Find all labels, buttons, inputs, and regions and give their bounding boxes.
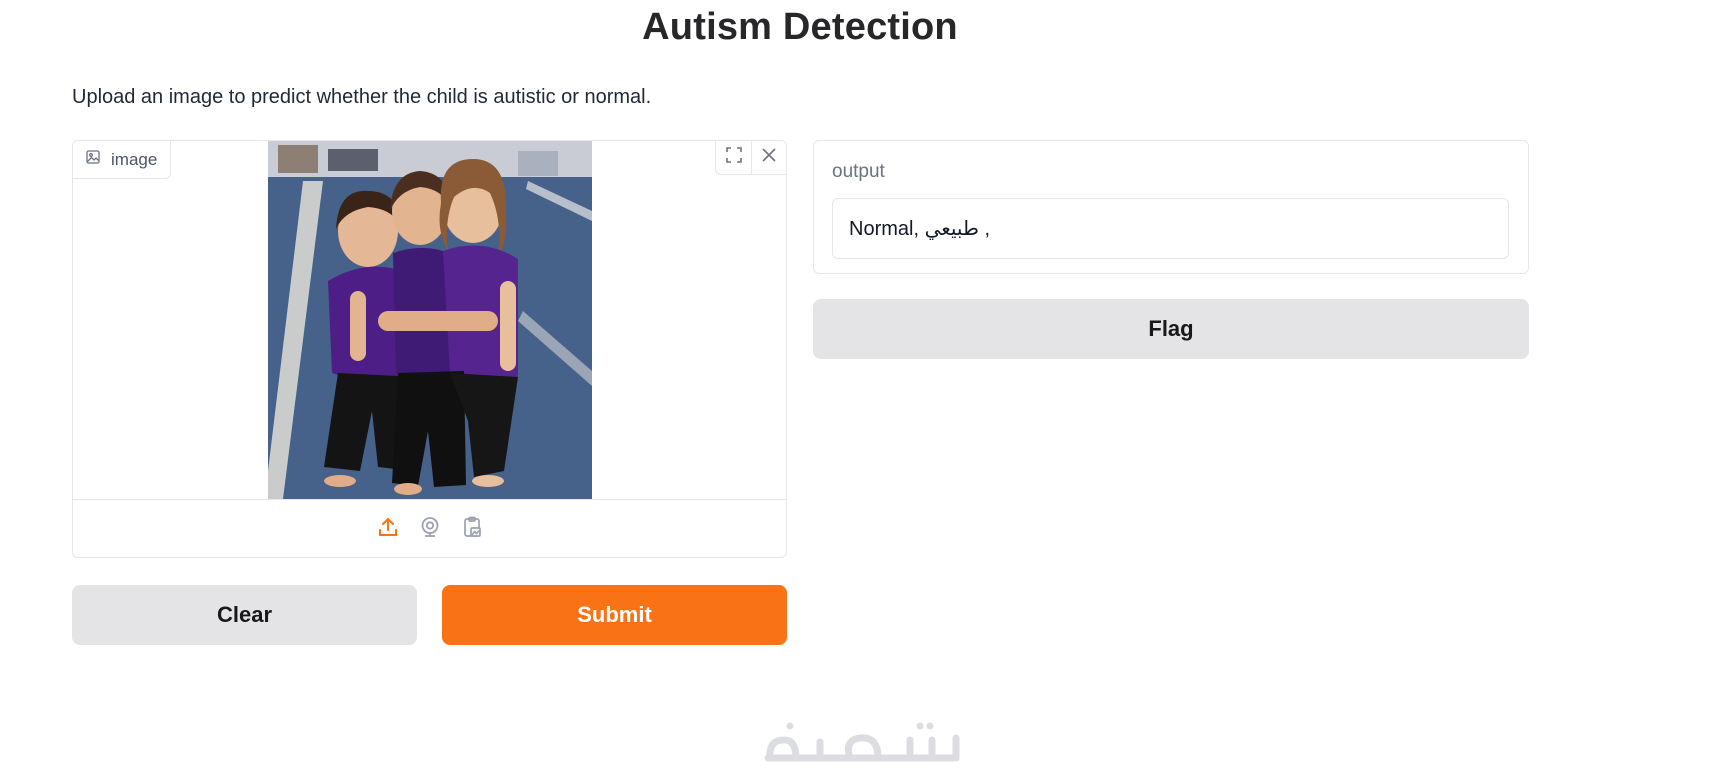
image-input-panel[interactable]: image — [72, 140, 787, 558]
page-title: Autism Detection — [642, 6, 958, 48]
close-icon — [760, 146, 778, 169]
output-value: Normal, طبيعي , — [849, 218, 991, 240]
image-preview-area[interactable] — [73, 141, 786, 499]
output-label: output — [832, 161, 885, 182]
watermark-logo — [760, 718, 970, 766]
clipboard-source-button[interactable] — [459, 516, 485, 542]
submit-button[interactable]: Submit — [442, 585, 787, 645]
clear-image-button[interactable] — [751, 141, 786, 174]
page-description: Upload an image to predict whether the c… — [72, 86, 652, 108]
image-label-text: image — [111, 149, 158, 169]
upload-icon — [376, 515, 400, 544]
image-icon — [85, 149, 101, 170]
output-panel: output Normal, طبيعي , — [813, 140, 1529, 274]
image-input-label: image — [73, 141, 172, 179]
webcam-icon — [418, 515, 442, 544]
flag-button[interactable]: Flag — [813, 299, 1529, 359]
webcam-source-button[interactable] — [417, 516, 443, 542]
image-source-bar — [73, 499, 786, 557]
uploaded-photo — [268, 141, 592, 499]
clipboard-icon — [460, 515, 484, 544]
clear-button[interactable]: Clear — [72, 585, 417, 645]
upload-source-button[interactable] — [375, 516, 401, 542]
output-textbox[interactable]: Normal, طبيعي , — [832, 198, 1509, 259]
image-corner-tools — [715, 141, 786, 175]
fullscreen-button[interactable] — [716, 141, 751, 174]
fullscreen-icon — [725, 146, 743, 169]
